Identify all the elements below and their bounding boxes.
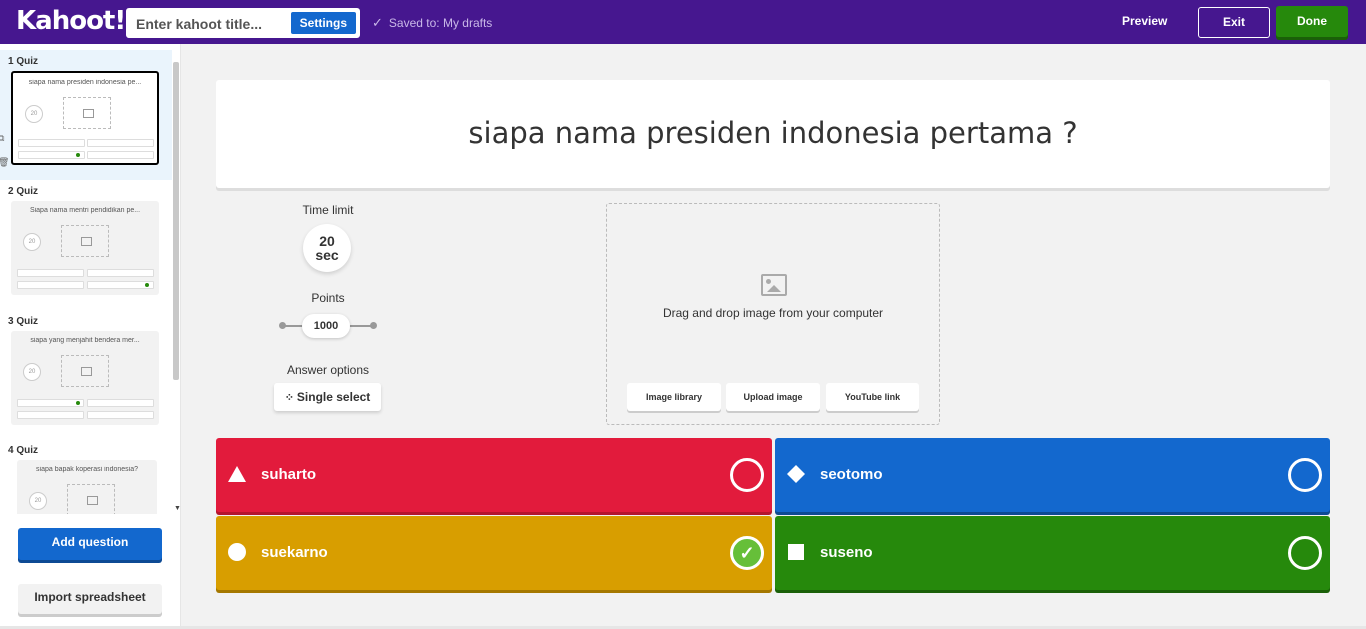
question-box[interactable]: siapa nama presiden indonesia pertama ?	[216, 80, 1330, 188]
thumb-answer	[87, 269, 154, 277]
media-dropzone[interactable]: Drag and drop image from your computer I…	[606, 203, 940, 425]
answer-1[interactable]: suharto	[216, 438, 772, 512]
slide-item-3[interactable]: 3 Quiz siapa yang menjahit bendera mer..…	[0, 310, 172, 440]
thumb-title: siapa nama presiden indonesia pe...	[28, 79, 142, 86]
thumb-answer	[17, 281, 84, 289]
square-icon	[788, 544, 804, 560]
exit-button[interactable]: Exit	[1198, 7, 1270, 38]
correct-toggle[interactable]	[730, 458, 764, 492]
preview-button[interactable]: Preview	[1122, 14, 1167, 28]
points-max-dot[interactable]	[370, 322, 377, 329]
check-icon: ✓	[739, 543, 755, 563]
kahoot-logo[interactable]: Kahoot!	[16, 6, 126, 36]
thumb-timer: 20	[29, 492, 47, 510]
thumb-answer	[87, 151, 154, 159]
image-icon	[761, 274, 787, 296]
answer-text[interactable]: suharto	[261, 466, 316, 483]
slide-thumbnail[interactable]: Siapa nama mentri pendidikan pe... 20	[11, 201, 159, 295]
thumb-timer: 20	[23, 233, 41, 251]
circle-icon	[228, 543, 246, 561]
slide-label: 3 Quiz	[8, 316, 39, 327]
thumb-image-icon	[67, 484, 115, 514]
diamond-icon	[787, 465, 805, 483]
thumb-image-icon	[63, 97, 111, 129]
top-bar: Kahoot! Settings ✓ Saved to: My drafts P…	[0, 0, 1366, 44]
thumb-title: siapa bapak koperasi indonesia?	[36, 466, 138, 473]
import-spreadsheet-button[interactable]: Import spreadsheet	[18, 584, 162, 614]
slide-label: 1 Quiz	[8, 56, 39, 67]
points-min-dot[interactable]	[279, 322, 286, 329]
scroll-down-arrow-icon[interactable]: ▼	[174, 505, 181, 512]
answer-text[interactable]: suseno	[820, 544, 873, 561]
slide-list: 1 Quiz siapa nama presiden indonesia pe.…	[0, 50, 172, 514]
answer-4[interactable]: suseno	[775, 516, 1330, 590]
answer-3[interactable]: suekarno ✓	[216, 516, 772, 590]
thumb-image-icon	[61, 355, 109, 387]
duplicate-icon[interactable]: ⧉	[0, 126, 9, 150]
answer-options-value: Single select	[296, 390, 371, 404]
thumb-answer	[87, 139, 154, 147]
time-value: 20	[319, 233, 335, 249]
answer-2[interactable]: seotomo	[775, 438, 1330, 512]
title-box: Settings	[126, 8, 360, 38]
triangle-icon	[228, 466, 246, 482]
correct-toggle[interactable]	[1288, 458, 1322, 492]
settings-button[interactable]: Settings	[290, 12, 356, 34]
thumb-answer	[18, 139, 85, 147]
slide-thumbnail[interactable]: siapa yang menjahit bendera mer... 20	[11, 331, 159, 425]
slide-sidebar: 1 Quiz siapa nama presiden indonesia pe.…	[0, 44, 181, 629]
slide-label: 4 Quiz	[8, 445, 39, 456]
slide-item-1[interactable]: 1 Quiz siapa nama presiden indonesia pe.…	[0, 50, 172, 180]
thumb-title: siapa yang menjahit bendera mer...	[30, 337, 140, 344]
points-value[interactable]: 1000	[302, 314, 350, 338]
slide-item-4[interactable]: 4 Quiz siapa bapak koperasi indonesia? 2…	[0, 439, 172, 514]
thumb-image-icon	[61, 225, 109, 257]
time-limit-label: Time limit	[302, 203, 354, 217]
thumb-answer	[87, 399, 154, 407]
grid-icon: ⁘	[284, 392, 294, 404]
slide-item-2[interactable]: 2 Quiz Siapa nama mentri pendidikan pe..…	[0, 180, 172, 310]
correct-toggle-checked[interactable]: ✓	[730, 536, 764, 570]
media-prompt: Drag and drop image from your computer	[662, 306, 884, 320]
thumb-answer	[17, 399, 84, 407]
answer-options-button[interactable]: ⁘ Single select	[274, 383, 381, 411]
youtube-link-button[interactable]: YouTube link	[826, 383, 919, 411]
thumb-title: Siapa nama mentri pendidikan pe...	[29, 207, 141, 214]
answer-options-label: Answer options	[286, 363, 370, 377]
sidebar-scrollbar[interactable]	[173, 62, 179, 380]
kahoot-title-input[interactable]	[136, 14, 286, 34]
thumb-answer	[87, 411, 154, 419]
thumb-answer	[87, 281, 154, 289]
time-limit-button[interactable]: 20 sec	[303, 224, 351, 272]
thumb-timer: 20	[23, 363, 41, 381]
thumb-answer	[17, 269, 84, 277]
thumb-answer	[17, 411, 84, 419]
question-text[interactable]: siapa nama presiden indonesia pertama ?	[216, 116, 1330, 150]
correct-dot-icon	[76, 153, 80, 157]
add-question-button[interactable]: Add question	[18, 528, 162, 560]
slide-thumbnail[interactable]: siapa bapak koperasi indonesia? 20	[17, 460, 157, 514]
correct-toggle[interactable]	[1288, 536, 1322, 570]
answer-text[interactable]: suekarno	[261, 544, 328, 561]
time-unit: sec	[315, 247, 339, 263]
trash-icon[interactable]: 🗑	[0, 150, 9, 174]
done-button[interactable]: Done	[1276, 6, 1348, 37]
image-library-button[interactable]: Image library	[627, 383, 721, 411]
slide-actions: ⧉ 🗑	[0, 126, 9, 174]
answer-text[interactable]: seotomo	[820, 466, 883, 483]
thumb-answer	[18, 151, 85, 159]
correct-dot-icon	[76, 401, 80, 405]
saved-status: ✓ Saved to: My drafts	[372, 15, 492, 31]
check-icon: ✓	[372, 15, 383, 30]
slide-label: 2 Quiz	[8, 186, 39, 197]
thumb-timer: 20	[25, 105, 43, 123]
correct-dot-icon	[145, 283, 149, 287]
upload-image-button[interactable]: Upload image	[726, 383, 820, 411]
points-label: Points	[311, 291, 345, 305]
slide-thumbnail[interactable]: siapa nama presiden indonesia pe... 20	[11, 71, 159, 165]
saved-status-label: Saved to: My drafts	[388, 16, 493, 30]
